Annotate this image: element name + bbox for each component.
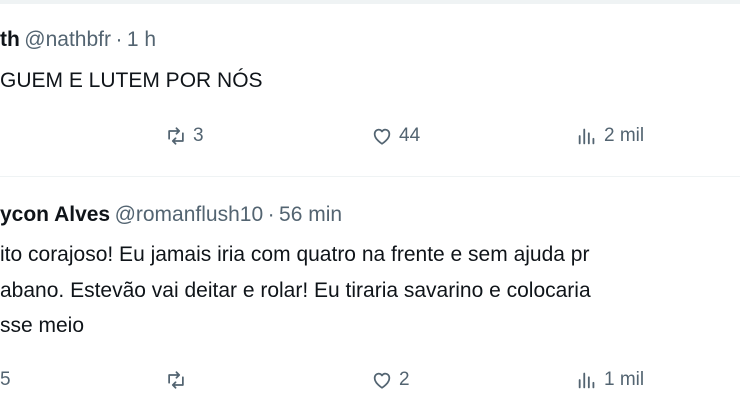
like-button[interactable]: 2: [371, 369, 410, 391]
like-count: 44: [399, 125, 421, 146]
tweet-1-header: th @nathbfr · 1 h: [0, 28, 156, 52]
tweet-divider: [0, 176, 740, 177]
author-handle[interactable]: @romanflush10: [115, 203, 264, 226]
tweet-1-text: GUEM E LUTEM POR NÓS: [0, 69, 263, 92]
tweet-2-header: ycon Alves @romanflush10 · 56 min: [0, 203, 342, 227]
top-divider: [0, 0, 740, 4]
like-icon: [373, 128, 391, 145]
like-count: 2: [399, 369, 410, 390]
views-button[interactable]: 2 mil: [576, 125, 644, 147]
views-count: 1 mil: [604, 369, 645, 390]
views-icon: [578, 128, 595, 145]
separator-dot: ·: [267, 203, 275, 226]
timestamp[interactable]: 56 min: [279, 203, 342, 226]
retweet-button[interactable]: 3: [165, 125, 204, 147]
author-name[interactable]: th: [0, 28, 20, 51]
author-handle[interactable]: @nathbfr: [24, 28, 111, 51]
tweet-2-text-line-2: abano. Estevão vai deitar e rolar! Eu ti…: [0, 279, 591, 302]
separator-dot: ·: [115, 28, 123, 51]
reply-count: 5: [0, 369, 11, 390]
retweet-icon: [168, 127, 184, 145]
views-count: 2 mil: [604, 125, 645, 146]
like-icon: [373, 372, 391, 389]
views-icon: [578, 372, 595, 389]
author-name[interactable]: ycon Alves: [0, 203, 110, 226]
retweet-count: 3: [193, 125, 204, 146]
like-button[interactable]: 44: [371, 125, 420, 147]
retweet-button[interactable]: [165, 369, 193, 391]
retweet-icon: [168, 371, 184, 389]
timestamp[interactable]: 1 h: [127, 28, 156, 51]
tweet-2-text-line-1: ito corajoso! Eu jamais iria com quatro …: [0, 243, 590, 266]
reply-button[interactable]: 5: [0, 369, 11, 391]
views-button[interactable]: 1 mil: [576, 369, 644, 391]
tweet-2-text-line-3: sse meio: [0, 314, 85, 337]
